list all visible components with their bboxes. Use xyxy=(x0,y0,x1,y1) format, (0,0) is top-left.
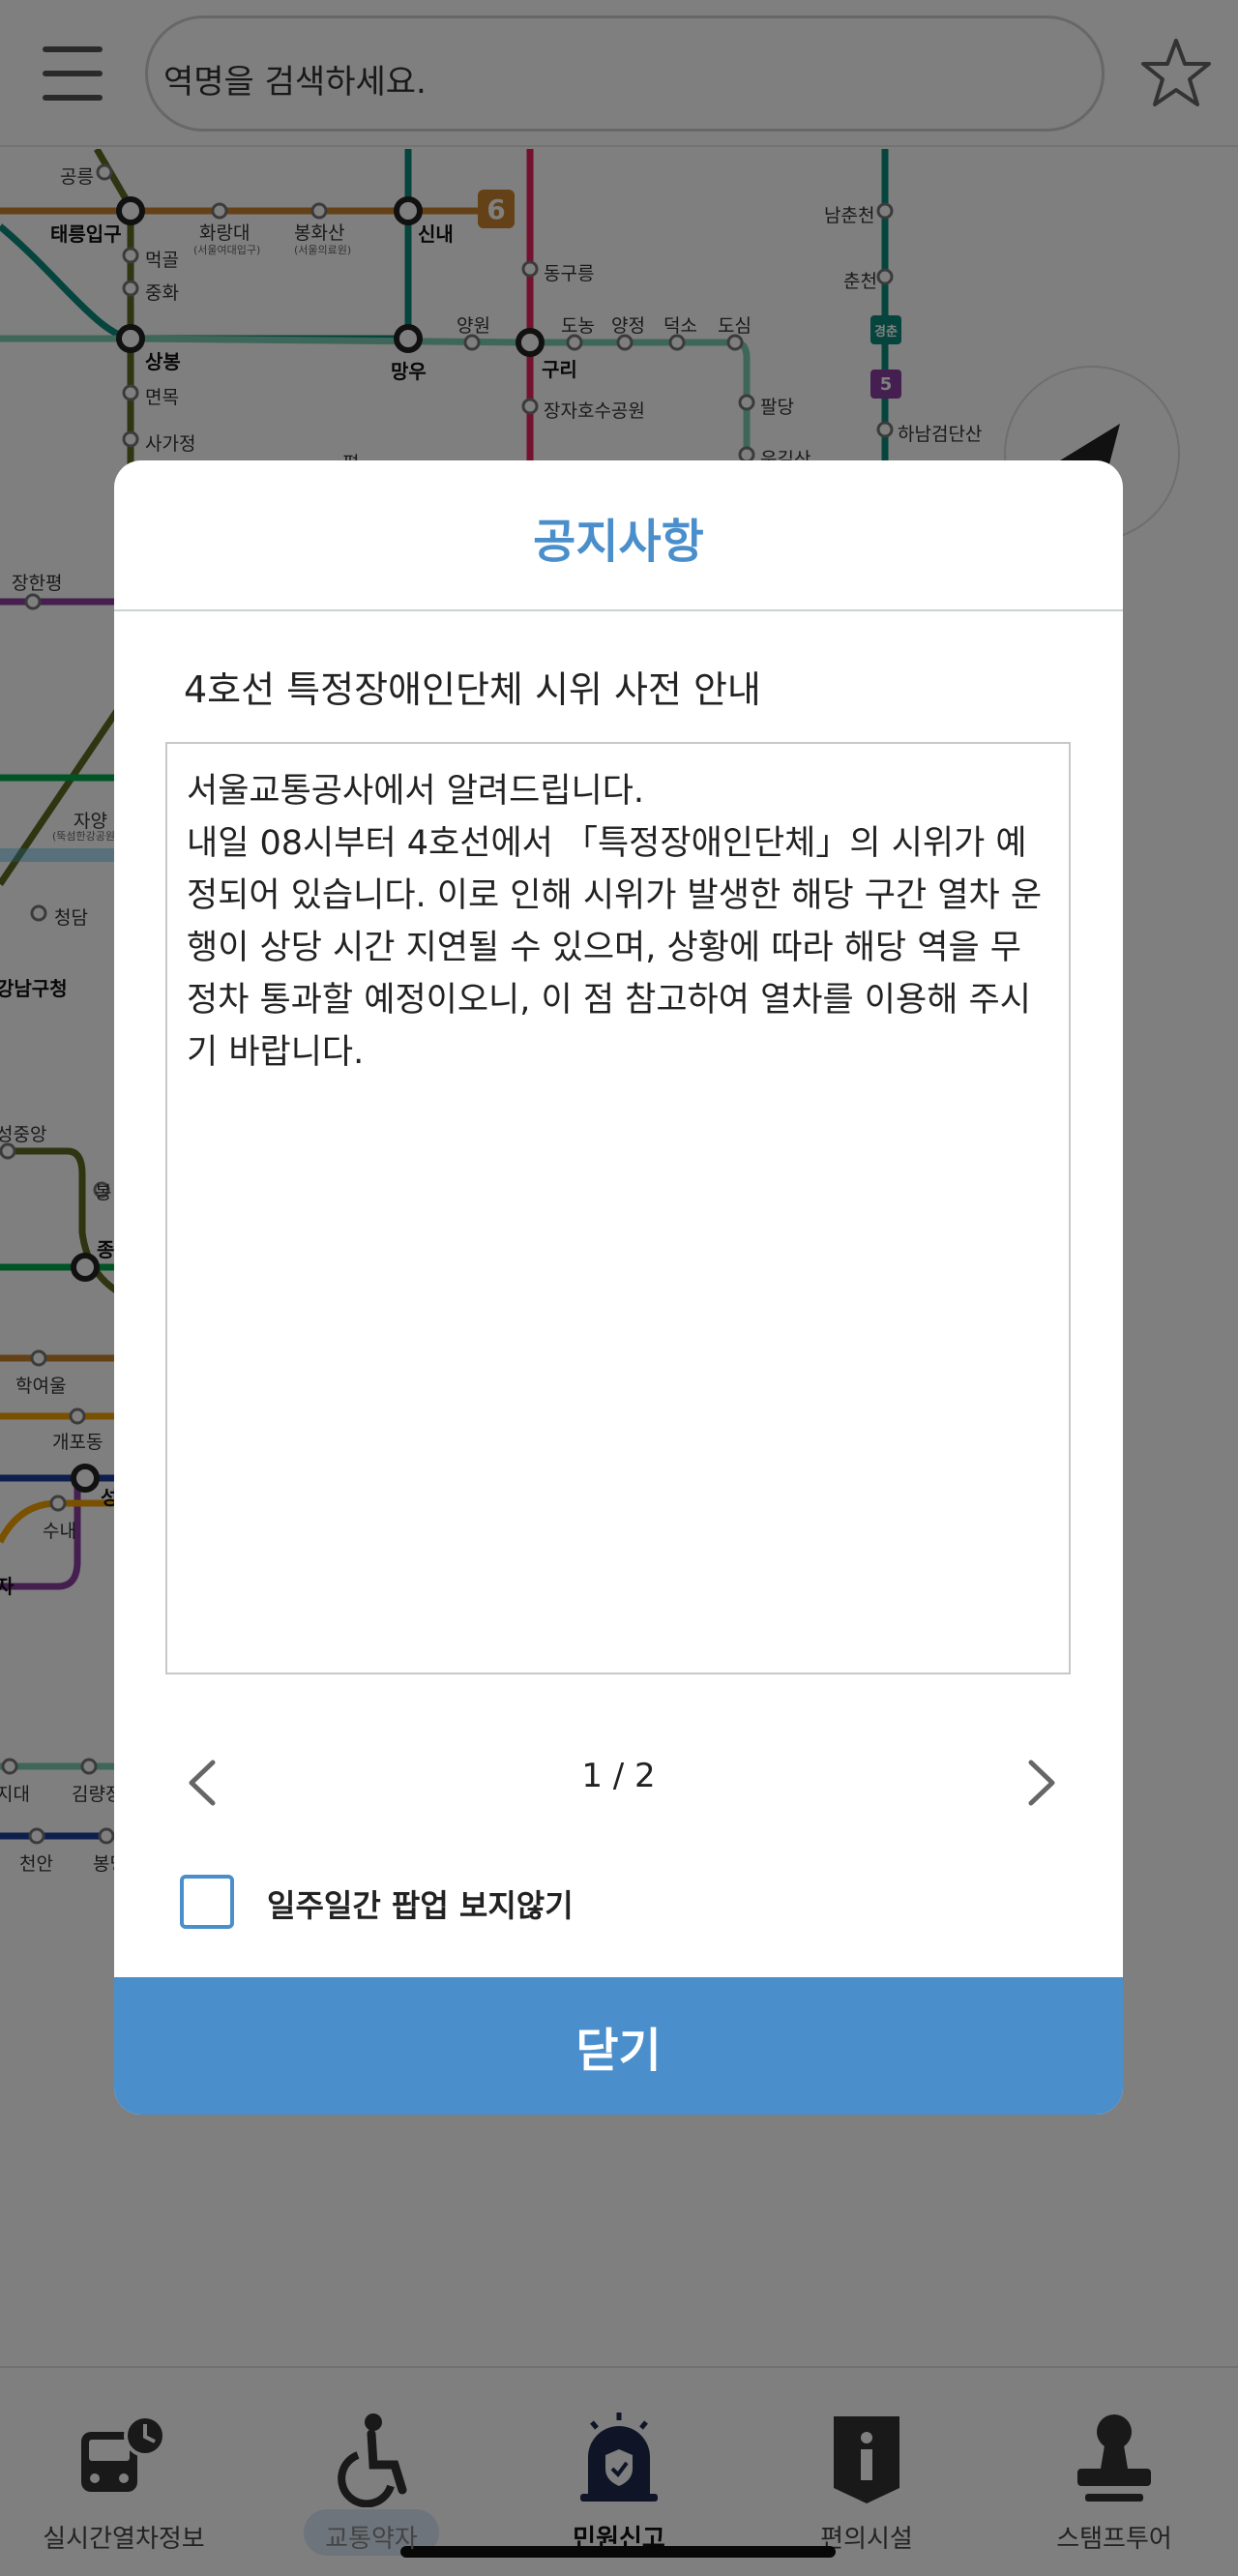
notice-title: 4호선 특정장애인단체 시위 사전 안내 xyxy=(184,668,761,711)
nav-label: 교통약자 xyxy=(325,2525,418,2554)
notice-modal: 공지사항 4호선 특정장애인단체 시위 사전 안내 서울교통공사에서 알려드립니… xyxy=(114,460,1123,2115)
hide-week-checkbox[interactable] xyxy=(180,1875,234,1929)
modal-divider xyxy=(114,609,1123,611)
chevron-right-icon xyxy=(1028,1760,1055,1806)
modal-title: 공지사항 xyxy=(533,515,704,569)
close-button[interactable]: 닫기 xyxy=(114,1977,1123,2115)
page-indicator: 1 / 2 xyxy=(581,1757,656,1795)
notice-content-box[interactable]: 서울교통공사에서 알려드립니다. 내일 08시부터 4호선에서 「특정장애인단체… xyxy=(165,742,1071,1674)
notice-body: 서울교통공사에서 알려드립니다. 내일 08시부터 4호선에서 「특정장애인단체… xyxy=(187,772,1043,1072)
hide-week-label[interactable]: 일주일간 팝업 보지않기 xyxy=(267,1881,574,1926)
next-page-button[interactable] xyxy=(1014,1749,1072,1817)
